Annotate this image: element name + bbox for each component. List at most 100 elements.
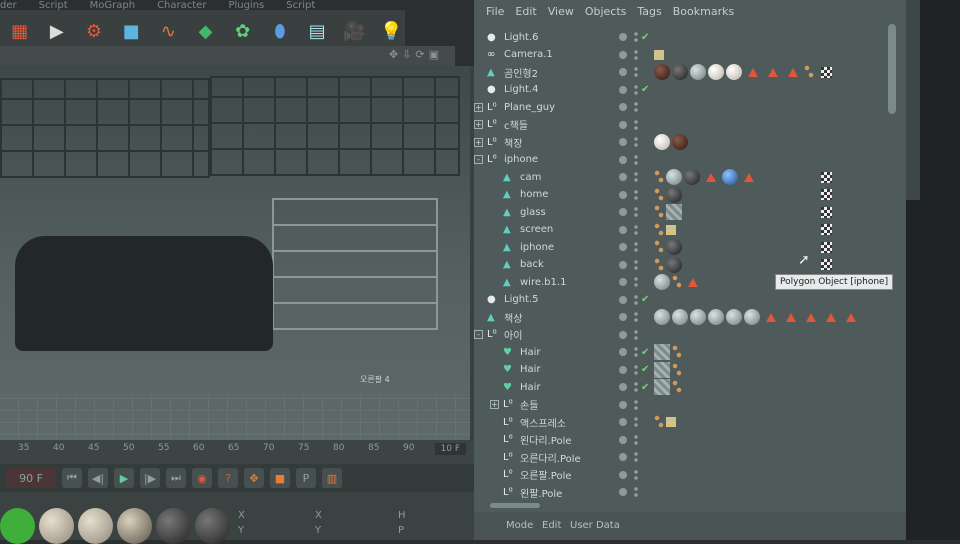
material-swatch[interactable] [39,508,74,544]
tag-mg-icon[interactable] [654,309,670,325]
tag-mg-icon[interactable] [654,274,670,290]
render-visibility-dots[interactable] [634,398,638,411]
side-tab[interactable] [906,0,920,200]
enabled-check-icon[interactable]: ✔ [641,382,649,393]
expand-toggle[interactable]: + [490,400,499,409]
material-swatch[interactable] [78,508,113,544]
visibility-dot[interactable] [619,103,627,111]
tag-hatch-icon[interactable] [654,361,670,378]
scale-key-icon[interactable]: ■ [270,468,290,488]
object-name[interactable]: glass [520,207,546,218]
visibility-dot[interactable] [619,278,627,286]
visibility-dot[interactable] [619,225,627,234]
tag-chk-icon[interactable] [821,259,832,270]
render-visibility-dots[interactable] [634,241,638,253]
tag-md-icon[interactable] [684,169,700,185]
expand-toggle[interactable]: - [474,330,483,339]
tag-md-icon[interactable] [672,64,688,80]
object-row[interactable]: L⁰ 오른팔.Pole [474,466,906,484]
object-row[interactable]: ▲ glass [474,203,906,221]
object-row[interactable]: ▲ cam [474,168,906,186]
object-row[interactable]: ♥ Hair ✔ [474,343,906,361]
object-name[interactable]: 손들 [520,397,538,412]
object-row[interactable]: L⁰ 왼다리.Pole [474,431,906,449]
timeline-icon[interactable]: ▥ [322,468,342,488]
render-visibility-dots[interactable] [634,83,638,96]
enabled-check-icon[interactable]: ✔ [641,84,649,95]
render-settings-icon[interactable]: ⚙ [80,17,107,45]
tag-mr-icon[interactable] [672,134,688,150]
end-frame-field[interactable]: 90 F [6,468,56,488]
material-swatch[interactable] [0,508,35,544]
object-row[interactable]: ♥ Hair ✔ [474,378,906,396]
object-name[interactable]: 액스프레소 [520,415,566,430]
render-visibility-dots[interactable] [634,136,638,148]
visibility-dot[interactable] [619,470,627,479]
visibility-dot[interactable] [619,453,627,461]
horizontal-scrollbar[interactable] [490,503,540,508]
go-to-start-icon[interactable]: ⏮ [62,468,82,488]
render-visibility-dots[interactable] [634,381,638,393]
render-visibility-dots[interactable] [634,468,638,481]
tag-mg-icon[interactable] [690,64,706,80]
render-visibility-dots[interactable] [634,311,638,323]
object-row[interactable]: + L⁰ 손들 [474,396,906,414]
visibility-dot[interactable] [619,348,627,356]
menu-bookmarks[interactable]: Bookmarks [673,5,734,18]
tag-uv-icon[interactable] [672,379,682,395]
enabled-check-icon[interactable]: ✔ [641,364,649,375]
tag-md-icon[interactable] [666,186,682,203]
tag-chk-icon[interactable] [821,241,832,253]
object-name[interactable]: Hair [520,382,541,393]
expand-toggle[interactable]: + [474,102,483,112]
visibility-dot[interactable] [619,313,627,321]
object-name[interactable]: Light.6 [504,32,539,43]
deformer-icon[interactable]: ⬮ [266,17,293,45]
menu-mode[interactable]: Mode [506,520,533,531]
vertical-scrollbar[interactable] [888,24,896,114]
tag-ml-icon[interactable] [708,64,724,80]
visibility-dot[interactable] [619,190,627,199]
visibility-dot[interactable] [619,365,627,374]
render-visibility-dots[interactable] [634,153,638,166]
tag-tg-icon[interactable] [666,417,676,427]
object-name[interactable]: home [520,189,548,200]
tag-mg-icon[interactable] [744,309,760,325]
render-visibility-dots[interactable] [634,486,638,498]
visibility-dot[interactable] [619,155,627,164]
tag-mg-icon[interactable] [708,309,724,325]
record-icon[interactable]: ◉ [192,468,212,488]
visibility-dot[interactable] [619,85,627,94]
render-visibility-dots[interactable] [634,48,638,61]
tag-mg-icon[interactable] [726,309,742,325]
object-name[interactable]: 책상 [504,310,522,325]
object-name[interactable]: wire.b1.1 [520,277,566,288]
tag-chk-icon[interactable] [821,171,832,183]
menu-edit[interactable]: Edit [542,520,561,531]
object-name[interactable]: screen [520,224,553,235]
tag-md-icon[interactable] [666,239,682,255]
object-row[interactable]: ▲ iphone [474,238,906,256]
play-icon[interactable]: ▶ [114,468,134,488]
object-row[interactable]: ● Light.5 ✔ [474,291,906,309]
render-visibility-dots[interactable] [634,328,638,341]
object-row[interactable]: - L⁰ 아이 [474,326,906,344]
tag-mr-icon[interactable] [654,64,670,80]
expand-toggle[interactable]: + [474,137,483,147]
tag-tri-icon[interactable] [688,277,698,287]
tag-tri-icon[interactable] [786,312,796,322]
tag-tri-icon[interactable] [744,172,754,182]
object-name[interactable]: 책장 [504,135,522,150]
tag-uv-icon[interactable] [654,256,664,273]
object-name[interactable]: 왼팔.Pole [520,485,562,500]
tag-md-icon[interactable] [666,256,682,273]
render-visibility-dots[interactable] [634,188,638,201]
tag-tg-icon[interactable] [654,49,664,60]
visibility-dot[interactable] [619,383,627,391]
tag-mg-icon[interactable] [666,169,682,185]
tag-uv-icon[interactable] [672,344,682,360]
tag-mg-icon[interactable] [672,309,688,325]
array-icon[interactable]: ✿ [229,17,256,45]
render-visibility-dots[interactable] [634,276,638,288]
object-name[interactable]: 왼다리.Pole [520,432,572,447]
